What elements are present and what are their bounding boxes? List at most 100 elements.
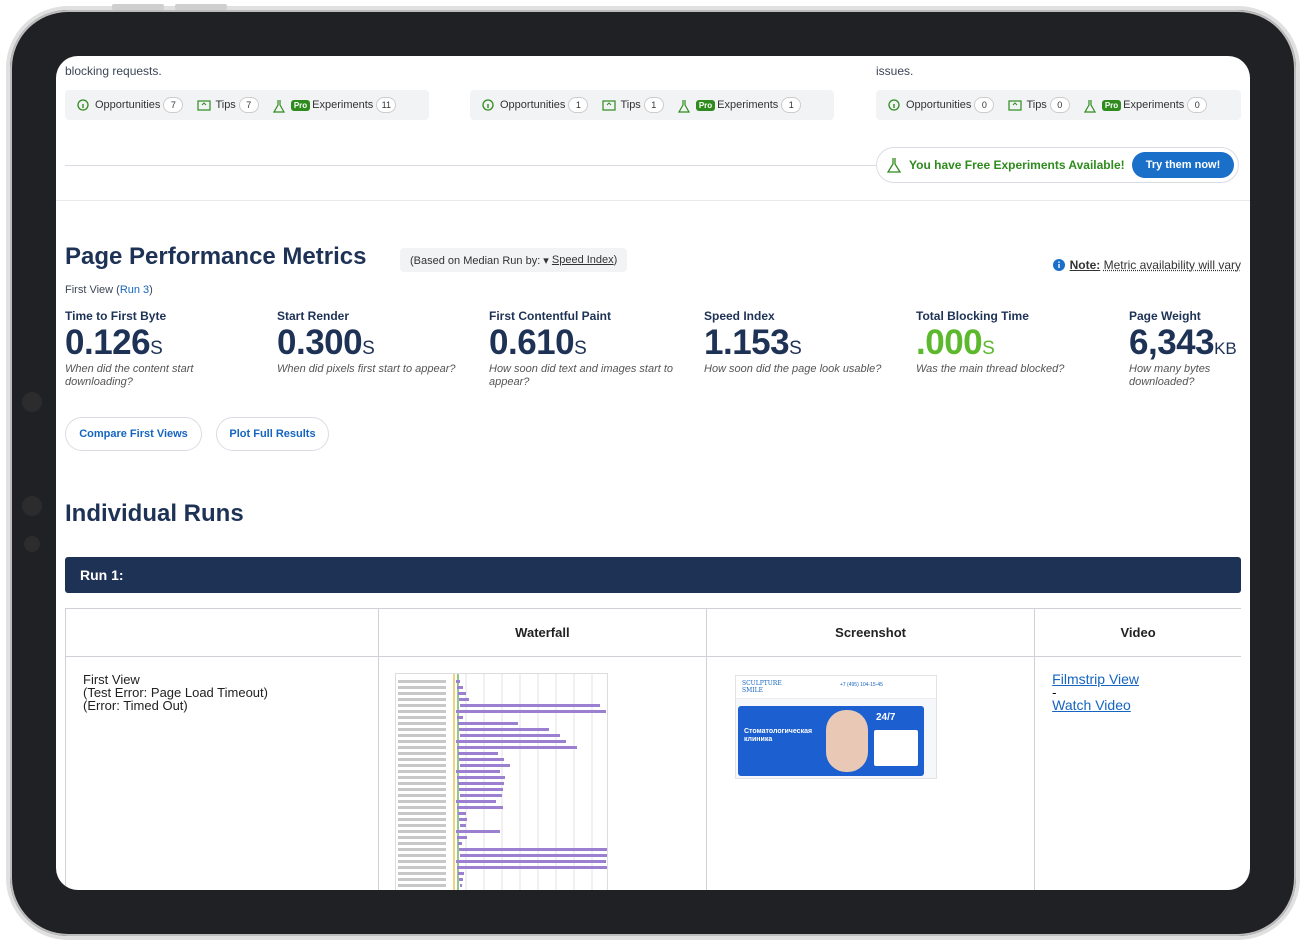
metric-value-row: 0.300S <box>277 323 477 363</box>
metric-label: Time to First Byte <box>65 309 167 323</box>
waterfall-bar <box>455 740 566 743</box>
metric-description: How soon did the page look usable? <box>704 363 882 375</box>
waterfall-bar <box>458 758 504 761</box>
waterfall-label <box>397 728 446 731</box>
watch-video-link[interactable]: Watch Video <box>1052 697 1131 713</box>
opportunities-label: Opportunities <box>500 99 566 111</box>
metric-note: Note: Metric availability will vary <box>1052 258 1241 272</box>
waterfall-bar <box>458 728 549 731</box>
waterfall-bar <box>457 692 466 695</box>
waterfall-label <box>397 740 446 743</box>
waterfall-bar <box>455 710 606 713</box>
metric-unit: S <box>789 338 802 359</box>
screenshot-title: Стоматологическая клиника <box>743 728 813 743</box>
filmstrip-view-link[interactable]: Filmstrip View <box>1052 671 1139 687</box>
waterfall-label <box>397 722 446 725</box>
tips-link[interactable]: Tips 7 <box>215 97 266 113</box>
first-view-caption: First View (Run 3) <box>65 284 153 296</box>
metric-unit: S <box>574 338 587 359</box>
waterfall-label <box>397 782 446 785</box>
opportunities-link[interactable]: Opportunities 1 <box>500 97 596 113</box>
waterfall-thumbnail[interactable] <box>394 673 608 890</box>
top-button-left <box>112 4 164 10</box>
tips-count: 7 <box>238 97 259 113</box>
summary-group-2: Opportunities 1 Tips 1 Pro Experiments 1 <box>470 90 834 120</box>
side-sensor-dot <box>22 496 42 516</box>
waterfall-bar <box>456 746 577 749</box>
opportunities-count: 0 <box>974 97 995 113</box>
metric-value: 1.153 <box>704 323 790 362</box>
compare-first-views-button[interactable]: Compare First Views <box>65 417 202 451</box>
waterfall-label <box>397 752 446 755</box>
first-view-prefix: First View ( <box>65 284 120 296</box>
page-content: blocking requests. issues. Opportunities… <box>56 56 1250 890</box>
metric-value: 0.300 <box>277 323 363 362</box>
first-view-cell: First View (Test Error: Page Load Timeou… <box>65 656 379 890</box>
waterfall-bar <box>457 782 504 785</box>
waterfall-label <box>397 716 446 719</box>
video-cell: Filmstrip View - Watch Video <box>1034 656 1241 890</box>
metric-value-row: .000S <box>916 323 1116 363</box>
screenshot-face <box>825 710 868 772</box>
speed-index-link[interactable]: Speed Index <box>552 254 614 266</box>
experiments-link[interactable]: Pro Experiments 1 <box>695 97 809 113</box>
tips-link[interactable]: Tips 0 <box>1026 97 1077 113</box>
info-circle-icon <box>77 99 89 111</box>
run-header-bar: Run 1: <box>65 557 1241 593</box>
metric-description: How many bytes downloaded? <box>1129 363 1211 388</box>
waterfall-label <box>397 830 446 833</box>
metric-label: Speed Index <box>704 309 775 323</box>
waterfall-label <box>397 746 446 749</box>
waterfall-bar <box>459 764 510 767</box>
metric-unit: S <box>150 338 163 359</box>
experiments-label: Experiments <box>717 99 779 111</box>
waterfall-label <box>397 710 446 713</box>
try-them-now-button[interactable]: Try them now! <box>1132 152 1234 178</box>
waterfall-bar <box>459 794 502 797</box>
waterfall-label <box>397 692 446 695</box>
waterfall-label <box>397 788 446 791</box>
tips-icon <box>197 99 212 111</box>
waterfall-bar <box>458 818 467 821</box>
first-view-suffix: ) <box>149 284 153 296</box>
waterfall-bar <box>457 842 462 845</box>
individual-runs-title: Individual Runs <box>65 500 244 527</box>
waterfall-label <box>397 812 446 815</box>
experiments-link[interactable]: Pro Experiments 11 <box>290 97 404 113</box>
waterfall-label <box>397 860 446 863</box>
runs-table: Waterfall Screenshot Video First View (T… <box>65 608 1241 890</box>
experiments-label: Experiments <box>312 99 374 111</box>
median-run-selector[interactable]: (Based on Median Run by: ▾ Speed Index) <box>400 248 628 272</box>
metric-description: How soon did text and images start to ap… <box>489 363 674 388</box>
opportunities-link[interactable]: Opportunities 0 <box>906 97 1002 113</box>
metric-value-row: 1.153S <box>704 323 904 363</box>
error-line: (Error: Timed Out) <box>83 698 188 713</box>
opportunities-link[interactable]: Opportunities 7 <box>95 97 191 113</box>
waterfall-bar <box>456 866 607 869</box>
info-circle-icon <box>888 99 900 111</box>
metric-label: Total Blocking Time <box>916 309 1029 323</box>
experiments-count: 11 <box>376 97 397 113</box>
waterfall-label <box>397 872 446 875</box>
waterfall-bar <box>459 824 466 827</box>
metric-tbt: Total Blocking Time .000S Was the main t… <box>916 309 1116 376</box>
tips-link[interactable]: Tips 1 <box>620 97 671 113</box>
pro-badge: Pro <box>290 100 311 111</box>
experiments-link[interactable]: Pro Experiments 0 <box>1101 97 1215 113</box>
metric-label: First Contentful Paint <box>489 309 611 323</box>
plot-full-results-button[interactable]: Plot Full Results <box>216 417 329 451</box>
table-header-row: Waterfall Screenshot Video <box>65 608 1241 657</box>
table-row: First View (Test Error: Page Load Timeou… <box>65 656 1241 890</box>
run-3-link[interactable]: Run 3 <box>120 284 149 296</box>
header-cell-screenshot: Screenshot <box>705 608 1036 657</box>
screenshot-hero: 24/7 Стоматологическая клиника <box>737 706 924 776</box>
metric-fcp: First Contentful Paint 0.610S How soon d… <box>489 309 689 389</box>
waterfall-label <box>397 758 446 761</box>
waterfall-label <box>397 686 446 689</box>
waterfall-label <box>397 884 446 887</box>
side-camera-dot <box>22 392 42 412</box>
waterfall-label <box>397 824 446 827</box>
flask-icon <box>886 157 903 173</box>
metric-value-row: 0.610S <box>489 323 689 363</box>
screenshot-thumbnail[interactable]: SCULPTURE SMILE +7 (495) 104-15-45 24/7 … <box>734 675 937 779</box>
